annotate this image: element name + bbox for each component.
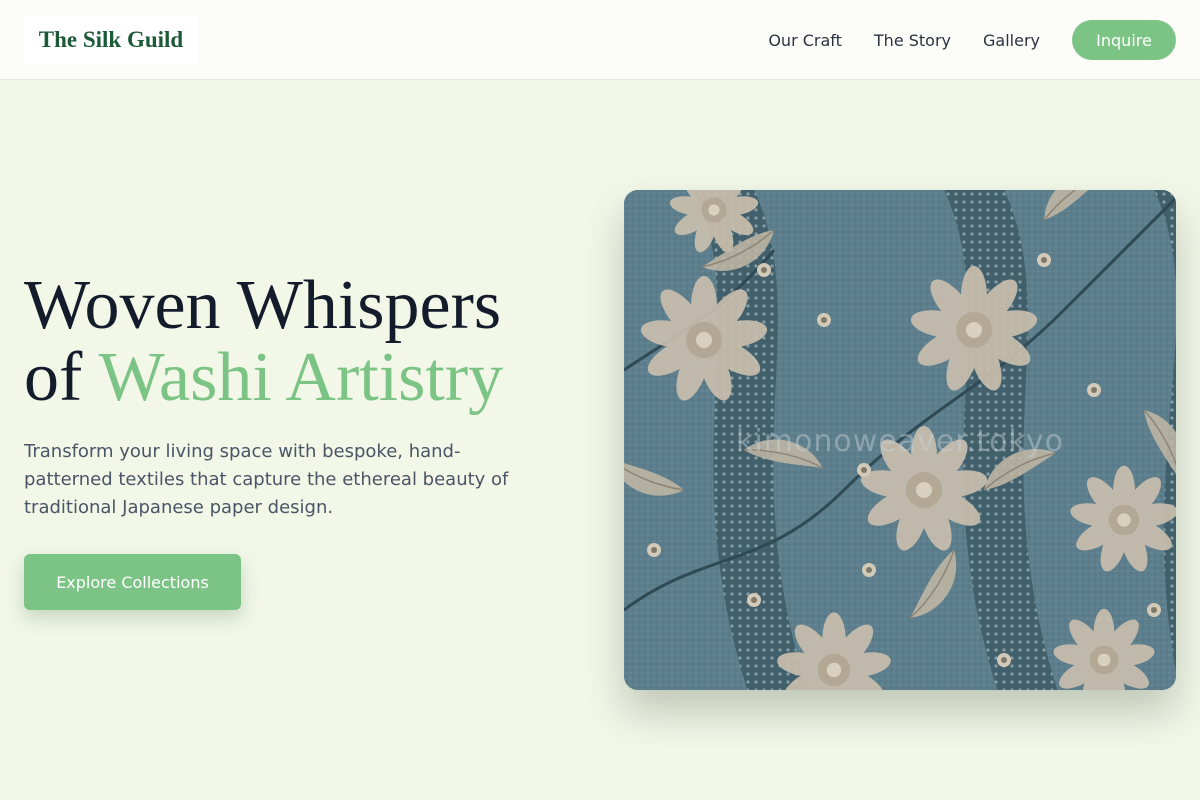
hero-title-prefix: of	[24, 339, 83, 416]
hero-title-line1: Woven Whispers	[24, 267, 502, 344]
hero-subtitle: Transform your living space with bespoke…	[24, 441, 509, 518]
explore-collections-button[interactable]: Explore Collections	[24, 554, 241, 610]
brand-logo[interactable]: The Silk Guild	[24, 16, 198, 64]
hero-title: Woven Whispers of Washi Artistry	[24, 270, 584, 414]
nav-our-craft[interactable]: Our Craft	[768, 31, 842, 50]
site-header: The Silk Guild Our Craft The Story Galle…	[0, 0, 1200, 80]
hero-title-accent: Washi Artistry	[98, 339, 504, 416]
hero-textile-image: kimonoweaver.tokyo	[624, 190, 1176, 690]
inquire-button[interactable]: Inquire	[1072, 20, 1176, 60]
nav-the-story[interactable]: The Story	[874, 31, 951, 50]
image-watermark: kimonoweaver.tokyo	[736, 424, 1064, 459]
nav-gallery[interactable]: Gallery	[983, 31, 1040, 50]
main-nav: Our Craft The Story Gallery Inquire	[768, 20, 1176, 60]
